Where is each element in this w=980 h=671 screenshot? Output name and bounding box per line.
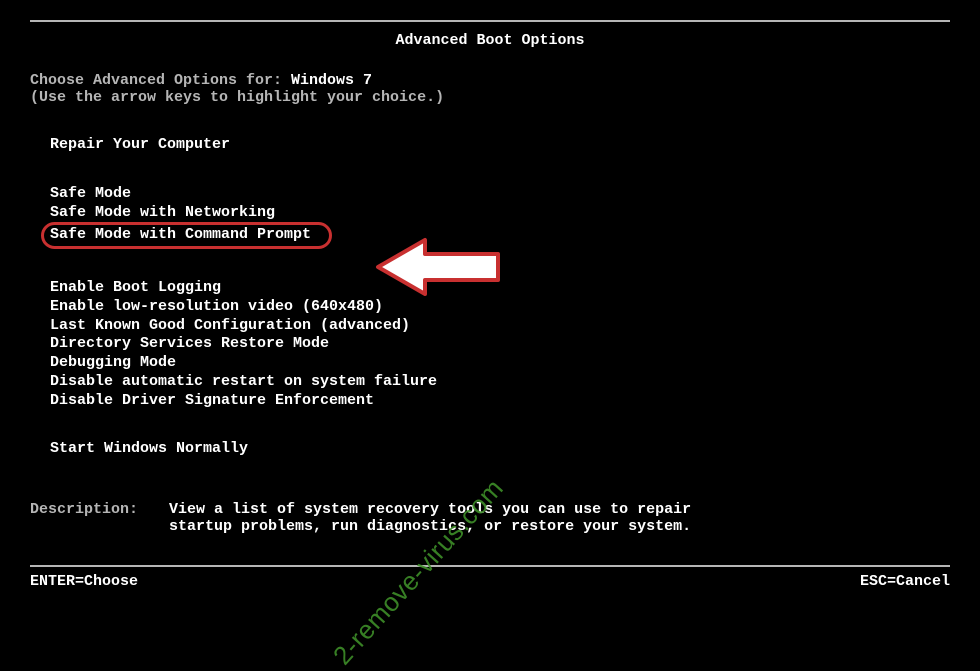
hint-text: (Use the arrow keys to highlight your ch… <box>30 89 950 106</box>
option-directory-services-restore[interactable]: Directory Services Restore Mode <box>50 335 950 354</box>
option-enable-boot-logging[interactable]: Enable Boot Logging <box>50 279 950 298</box>
footer-enter: ENTER=Choose <box>30 573 138 590</box>
option-safe-mode-command-prompt[interactable]: Safe Mode with Command Prompt <box>50 222 950 249</box>
footer-bar: ENTER=Choose ESC=Cancel <box>0 567 980 590</box>
description-text: View a list of system recovery tools you… <box>169 501 729 535</box>
content-area: Choose Advanced Options for: Windows 7 (… <box>0 22 980 535</box>
option-last-known-good[interactable]: Last Known Good Configuration (advanced) <box>50 317 950 336</box>
description-block: Description: View a list of system recov… <box>30 501 950 535</box>
option-safe-mode[interactable]: Safe Mode <box>50 185 950 204</box>
description-label: Description: <box>30 501 160 518</box>
option-disable-auto-restart[interactable]: Disable automatic restart on system fail… <box>50 373 950 392</box>
prompt-label: Choose Advanced Options for: <box>30 72 291 89</box>
boot-options-screen: Advanced Boot Options Choose Advanced Op… <box>0 20 980 590</box>
option-repair-your-computer[interactable]: Repair Your Computer <box>50 136 950 155</box>
footer-esc: ESC=Cancel <box>860 573 950 590</box>
highlight-ring: Safe Mode with Command Prompt <box>41 222 332 249</box>
option-safe-mode-networking[interactable]: Safe Mode with Networking <box>50 204 950 223</box>
option-disable-driver-sig[interactable]: Disable Driver Signature Enforcement <box>50 392 950 411</box>
option-start-normally[interactable]: Start Windows Normally <box>50 440 950 459</box>
os-name: Windows 7 <box>291 72 372 89</box>
options-list[interactable]: Repair Your Computer Safe Mode Safe Mode… <box>30 136 950 459</box>
divider-top <box>30 20 950 22</box>
page-title: Advanced Boot Options <box>385 32 594 49</box>
option-low-resolution-video[interactable]: Enable low-resolution video (640x480) <box>50 298 950 317</box>
option-debugging-mode[interactable]: Debugging Mode <box>50 354 950 373</box>
prompt-line: Choose Advanced Options for: Windows 7 <box>30 72 950 89</box>
